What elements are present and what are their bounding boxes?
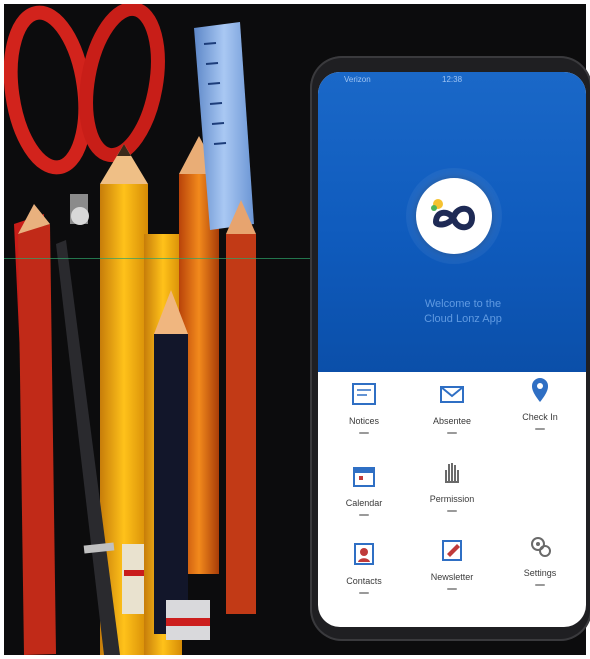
calendar-icon: [353, 467, 375, 487]
welcome-text: Welcome to the Cloud Lonz App: [424, 298, 502, 325]
menu-item-newsletter[interactable]: Newsletter: [408, 532, 496, 608]
status-bar: Verizon 12:38: [318, 74, 586, 88]
menu-label: Newsletter: [430, 572, 474, 582]
location-pin-icon: [532, 378, 548, 402]
menu-item-check-in[interactable]: Check In: [496, 372, 584, 448]
menu-item-permission[interactable]: Permission: [408, 454, 496, 530]
menu-item-contacts[interactable]: Contacts: [320, 536, 408, 612]
menu-item-notices[interactable]: Notices: [320, 376, 408, 452]
menu-label: Check In: [522, 412, 558, 422]
phone-frame: Verizon 12:38 Welcome to the Cloud Lonz …: [310, 56, 590, 641]
menu-label: Permission: [429, 494, 475, 504]
newsletter-icon: [442, 540, 462, 561]
contacts-icon: [354, 543, 374, 565]
infinity-logo-icon: [431, 199, 476, 231]
clock-label: 12:38: [442, 75, 463, 84]
settings-icon: [531, 537, 551, 557]
menu-label: Notices: [348, 416, 379, 426]
phone-screen: Verizon 12:38 Welcome to the Cloud Lonz …: [318, 72, 586, 627]
menu-label: Calendar: [345, 498, 383, 508]
envelope-icon: [440, 386, 464, 403]
menu-label: Contacts: [346, 576, 382, 586]
menu-grid: Notices Absentee Check In Calendar Permi…: [318, 372, 586, 627]
menu-label: Absentee: [432, 416, 472, 426]
menu-label: Settings: [523, 568, 557, 578]
carrier-label: Verizon: [344, 75, 371, 84]
menu-item-absentee[interactable]: Absentee: [408, 376, 496, 452]
app-header: Verizon 12:38 Welcome to the Cloud Lonz …: [318, 72, 586, 372]
menu-item-calendar[interactable]: Calendar: [320, 458, 408, 534]
app-logo: [416, 178, 492, 254]
menu-item-settings[interactable]: Settings: [496, 528, 584, 604]
permission-hand-icon: [445, 463, 459, 483]
notice-board-icon: [352, 383, 376, 405]
